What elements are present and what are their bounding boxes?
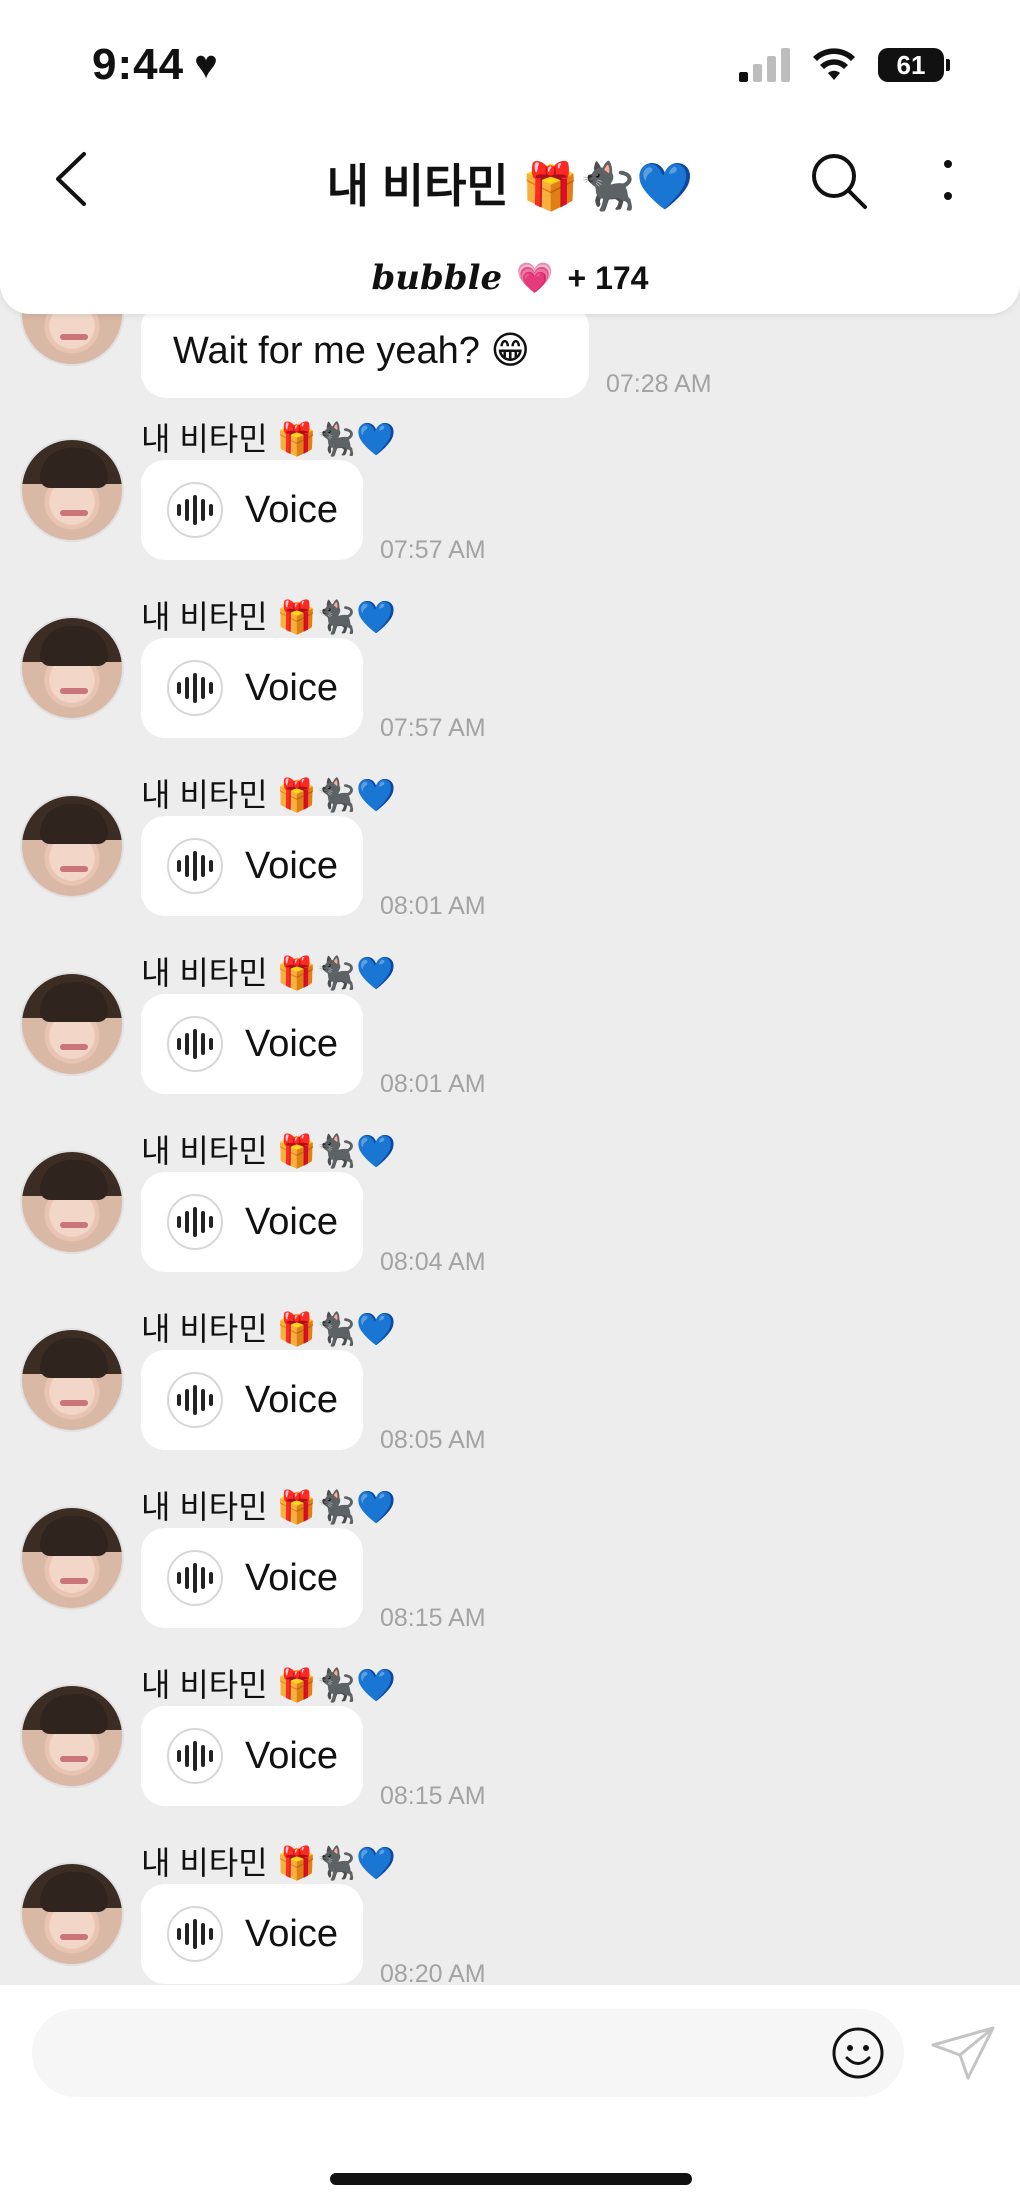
audio-wave-icon[interactable] (167, 1194, 223, 1250)
message-time: 08:15 AM (380, 1782, 486, 1810)
voice-message-bubble[interactable]: Voice (141, 994, 363, 1094)
voice-label: Voice (245, 844, 338, 887)
chat-header: 9:44 ♥ 61 내 비타민 🎁🐈‍⬛💙 bubble 💗 + 174 (0, 0, 1020, 314)
cellular-signal-icon (739, 48, 790, 82)
message-composer (0, 1985, 1020, 2207)
message-time: 07:57 AM (380, 536, 486, 564)
message-bubble[interactable]: Wait for me yeah? 😁 (141, 302, 589, 398)
voice-message-bubble[interactable]: Voice (141, 1884, 363, 1984)
message-time: 08:01 AM (380, 1070, 486, 1098)
sender-name: 내 비타민 🎁🐈‍⬛💙 (141, 777, 397, 813)
audio-wave-icon[interactable] (167, 660, 223, 716)
audio-wave-icon[interactable] (167, 1372, 223, 1428)
message-time: 08:01 AM (380, 892, 486, 920)
message-time: 08:20 AM (380, 1960, 486, 1985)
search-icon[interactable] (808, 150, 870, 212)
audio-wave-icon[interactable] (167, 1728, 223, 1784)
voice-message-bubble[interactable]: Voice (141, 1528, 363, 1628)
voice-label: Voice (245, 1734, 338, 1777)
sender-name: 내 비타민 🎁🐈‍⬛💙 (141, 599, 397, 635)
voice-label: Voice (245, 488, 338, 531)
voice-label: Voice (245, 666, 338, 709)
voice-message-bubble[interactable]: Voice (141, 638, 363, 738)
sender-name: 내 비타민 🎁🐈‍⬛💙 (141, 1133, 397, 1169)
sender-name: 내 비타민 🎁🐈‍⬛💙 (141, 421, 397, 457)
avatar[interactable] (20, 1684, 124, 1788)
subscriber-count: + 174 (567, 259, 649, 296)
list-item: 내 비타민 🎁🐈‍⬛💙 Voice 07:57 AM (0, 418, 1020, 596)
audio-wave-icon[interactable] (167, 838, 223, 894)
audio-wave-icon[interactable] (167, 482, 223, 538)
voice-label: Voice (245, 1378, 338, 1421)
voice-message-bubble[interactable]: Voice (141, 1706, 363, 1806)
sender-name: 내 비타민 🎁🐈‍⬛💙 (141, 1845, 397, 1881)
message-time: 08:15 AM (380, 1604, 486, 1632)
voice-label: Voice (245, 1022, 338, 1065)
avatar[interactable] (20, 1150, 124, 1254)
list-item: 내 비타민 🎁🐈‍⬛💙 Voice 08:15 AM (0, 1486, 1020, 1664)
list-item: 내 비타민 🎁🐈‍⬛💙 Voice 08:01 AM (0, 952, 1020, 1130)
voice-label: Voice (245, 1556, 338, 1599)
sender-name: 내 비타민 🎁🐈‍⬛💙 (141, 1667, 397, 1703)
avatar[interactable] (20, 794, 124, 898)
list-item: 내 비타민 🎁🐈‍⬛💙 Voice 08:05 AM (0, 1308, 1020, 1486)
message-time: 08:05 AM (380, 1426, 486, 1454)
smiley-icon[interactable] (830, 2025, 886, 2081)
list-item: 내 비타민 🎁🐈‍⬛💙 Voice 08:01 AM (0, 774, 1020, 952)
list-item: 내 비타민 🎁🐈‍⬛💙 Voice 08:04 AM (0, 1130, 1020, 1308)
avatar[interactable] (20, 972, 124, 1076)
voice-message-bubble[interactable]: Voice (141, 460, 363, 560)
home-indicator (330, 2173, 692, 2185)
audio-wave-icon[interactable] (167, 1550, 223, 1606)
list-item: 내 비타민 🎁🐈‍⬛💙 Voice 08:20 AM (0, 1842, 1020, 1985)
status-time: 9:44 ♥ (92, 40, 219, 90)
bubble-subscriber-row: bubble 💗 + 174 (0, 258, 1020, 298)
avatar[interactable] (20, 1862, 124, 1966)
sender-name: 내 비타민 🎁🐈‍⬛💙 (141, 1489, 397, 1525)
more-vertical-icon[interactable] (930, 152, 966, 212)
audio-wave-icon[interactable] (167, 1906, 223, 1962)
list-item: 내 비타민 🎁🐈‍⬛💙 Voice 08:15 AM (0, 1664, 1020, 1842)
message-input[interactable] (32, 2009, 904, 2097)
battery-level: 61 (878, 48, 944, 82)
audio-wave-icon[interactable] (167, 1016, 223, 1072)
status-icons: 61 (739, 48, 950, 82)
voice-label: Voice (245, 1912, 338, 1955)
heart-icon: ♥ (194, 43, 219, 87)
battery-icon: 61 (878, 48, 950, 82)
voice-message-bubble[interactable]: Voice (141, 816, 363, 916)
voice-message-bubble[interactable]: Voice (141, 1172, 363, 1272)
voice-message-bubble[interactable]: Voice (141, 1350, 363, 1450)
avatar[interactable] (20, 1328, 124, 1432)
avatar[interactable] (20, 616, 124, 720)
bubble-logo: bubble (371, 258, 503, 298)
message-time: 07:57 AM (380, 714, 486, 742)
sender-name: 내 비타민 🎁🐈‍⬛💙 (141, 955, 397, 991)
message-time: 07:28 AM (606, 370, 712, 398)
list-item: 내 비타민 🎁🐈‍⬛💙 Voice 07:57 AM (0, 596, 1020, 774)
avatar[interactable] (20, 1506, 124, 1610)
avatar[interactable] (20, 438, 124, 542)
voice-label: Voice (245, 1200, 338, 1243)
clock: 9:44 (92, 40, 185, 89)
wifi-icon (813, 48, 855, 80)
heart-icon: 💗 (516, 261, 554, 295)
message-time: 08:04 AM (380, 1248, 486, 1276)
message-text: Wait for me yeah? 😁 (173, 329, 531, 372)
send-icon[interactable] (930, 2025, 996, 2081)
sender-name: 내 비타민 🎁🐈‍⬛💙 (141, 1311, 397, 1347)
